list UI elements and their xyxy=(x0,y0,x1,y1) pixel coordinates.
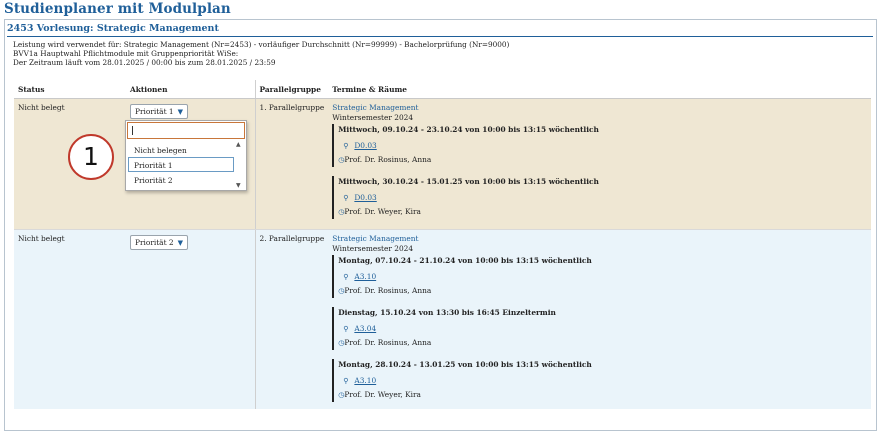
map-pin-icon: ⚲ xyxy=(343,194,349,202)
lecturer-name: Prof. Dr. Rosinus, Anna xyxy=(344,338,432,347)
schedule-slot: Mittwoch, 30.10.24 - 15.01.25 von 10:00 … xyxy=(332,176,867,219)
priority-select-value: Priorität 1 xyxy=(135,107,174,116)
dropdown-options: Nicht belegen Priorität 1 Priorität 2 xyxy=(128,142,234,187)
info-line: Leistung wird verwendet für: Strategic M… xyxy=(13,40,510,49)
map-pin-icon: ⚲ xyxy=(343,273,349,281)
dates-cell: Strategic Management Wintersemester 2024… xyxy=(328,98,871,230)
scroll-up-icon[interactable]: ▲ xyxy=(236,141,241,148)
slot-room: ⚲ D0.03 xyxy=(338,141,867,151)
lecturer-name: Prof. Dr. Rosinus, Anna xyxy=(344,155,432,164)
course-info: Leistung wird verwendet für: Strategic M… xyxy=(13,40,509,68)
room-link[interactable]: D0.03 xyxy=(354,141,376,150)
group-cell: 1. Parallelgruppe xyxy=(255,98,329,230)
slot-lecturer: ◷Prof. Dr. Weyer, Kira xyxy=(338,390,867,402)
schedule-slot: Dienstag, 15.10.24 von 13:30 bis 16:45 E… xyxy=(332,307,867,350)
course-panel: 2453 Vorlesung: Strategic Management Lei… xyxy=(4,19,877,431)
header-divider xyxy=(7,36,873,37)
lecturer-name: Prof. Dr. Weyer, Kira xyxy=(344,207,421,216)
dropdown-search-input[interactable] xyxy=(127,122,245,139)
slot-title: Montag, 07.10.24 - 21.10.24 von 10:00 bi… xyxy=(338,256,592,265)
group-label: 2. Parallelgruppe xyxy=(259,234,325,243)
room-link[interactable]: A3.10 xyxy=(354,376,376,385)
slot-room: ⚲ A3.04 xyxy=(338,324,867,334)
header-actions: Aktionen xyxy=(126,80,256,99)
map-pin-icon: ⚲ xyxy=(343,377,349,385)
info-line: BVV1a Hauptwahl Pflichtmodule mit Gruppe… xyxy=(13,49,239,59)
group-label: 1. Parallelgruppe xyxy=(259,103,325,112)
table-header-row: Status Aktionen Parallelgruppe Termine &… xyxy=(14,80,871,99)
header-dates: Termine & Räume xyxy=(328,80,871,99)
lecturer-name: Prof. Dr. Weyer, Kira xyxy=(344,390,421,399)
scroll-down-icon[interactable]: ▼ xyxy=(236,182,241,189)
status-cell: Nicht belegt xyxy=(14,229,126,409)
slot-lecturer: ◷Prof. Dr. Rosinus, Anna xyxy=(338,338,867,350)
map-pin-icon: ⚲ xyxy=(343,142,349,150)
course-header: 2453 Vorlesung: Strategic Management xyxy=(7,23,219,34)
map-pin-icon: ⚲ xyxy=(343,325,349,333)
slot-title: Montag, 28.10.24 - 13.01.25 von 10:00 bi… xyxy=(338,360,592,369)
dropdown-scrollbar[interactable]: ▲ ▼ xyxy=(236,141,244,189)
dropdown-option-prioritaet-2[interactable]: Priorität 2 xyxy=(128,172,234,187)
schedule-slot: Montag, 28.10.24 - 13.01.25 von 10:00 bi… xyxy=(332,359,867,402)
slot-room: ⚲ A3.10 xyxy=(338,376,867,386)
course-link[interactable]: Strategic Management xyxy=(332,103,867,112)
semester-label: Wintersemester 2024 xyxy=(332,244,414,253)
slot-room: ⚲ D0.03 xyxy=(338,193,867,203)
slot-title: Mittwoch, 09.10.24 - 23.10.24 von 10:00 … xyxy=(338,125,599,134)
dates-cell: Strategic Management Wintersemester 2024… xyxy=(328,229,871,409)
dropdown-option-prioritaet-1[interactable]: Priorität 1 xyxy=(128,157,234,172)
priority-select[interactable]: Priorität 2 ▼ xyxy=(130,235,189,250)
lecturer-name: Prof. Dr. Rosinus, Anna xyxy=(344,286,432,295)
chevron-down-icon: ▼ xyxy=(177,239,184,247)
header-group: Parallelgruppe xyxy=(255,80,329,99)
slot-lecturer: ◷Prof. Dr. Rosinus, Anna xyxy=(338,286,867,298)
room-link[interactable]: A3.10 xyxy=(354,272,376,281)
semester-label: Wintersemester 2024 xyxy=(332,113,414,122)
priority-select[interactable]: Priorität 1 ▼ xyxy=(130,104,189,119)
group-cell: 2. Parallelgruppe xyxy=(255,229,329,409)
room-link[interactable]: D0.03 xyxy=(354,193,376,202)
page-title: Studienplaner mit Modulplan xyxy=(4,1,231,17)
schedule-slot: Mittwoch, 09.10.24 - 23.10.24 von 10:00 … xyxy=(332,124,867,167)
slot-room: ⚲ A3.10 xyxy=(338,272,867,282)
schedule-slot: Montag, 07.10.24 - 21.10.24 von 10:00 bi… xyxy=(332,255,867,298)
slot-lecturer: ◷Prof. Dr. Rosinus, Anna xyxy=(338,155,867,167)
slot-title: Dienstag, 15.10.24 von 13:30 bis 16:45 E… xyxy=(338,308,556,317)
header-status: Status xyxy=(14,80,126,99)
info-line: Der Zeitraum läuft vom 28.01.2025 / 00:0… xyxy=(13,58,276,68)
annotation-marker: 1 xyxy=(68,134,114,180)
priority-select-value: Priorität 2 xyxy=(135,238,174,247)
room-link[interactable]: A3.04 xyxy=(354,324,376,333)
chevron-down-icon: ▼ xyxy=(177,108,184,116)
slot-title: Mittwoch, 30.10.24 - 15.01.25 von 10:00 … xyxy=(338,177,599,186)
actions-cell: Priorität 2 ▼ xyxy=(126,229,256,409)
priority-dropdown: Nicht belegen Priorität 1 Priorität 2 ▲ … xyxy=(125,120,247,191)
table-row: Nicht belegt Priorität 2 ▼ 2. Parallelgru… xyxy=(14,229,871,409)
dropdown-option-nicht-belegen[interactable]: Nicht belegen xyxy=(128,142,234,157)
course-link[interactable]: Strategic Management xyxy=(332,234,867,243)
slot-lecturer: ◷Prof. Dr. Weyer, Kira xyxy=(338,207,867,219)
text-cursor xyxy=(132,126,133,135)
